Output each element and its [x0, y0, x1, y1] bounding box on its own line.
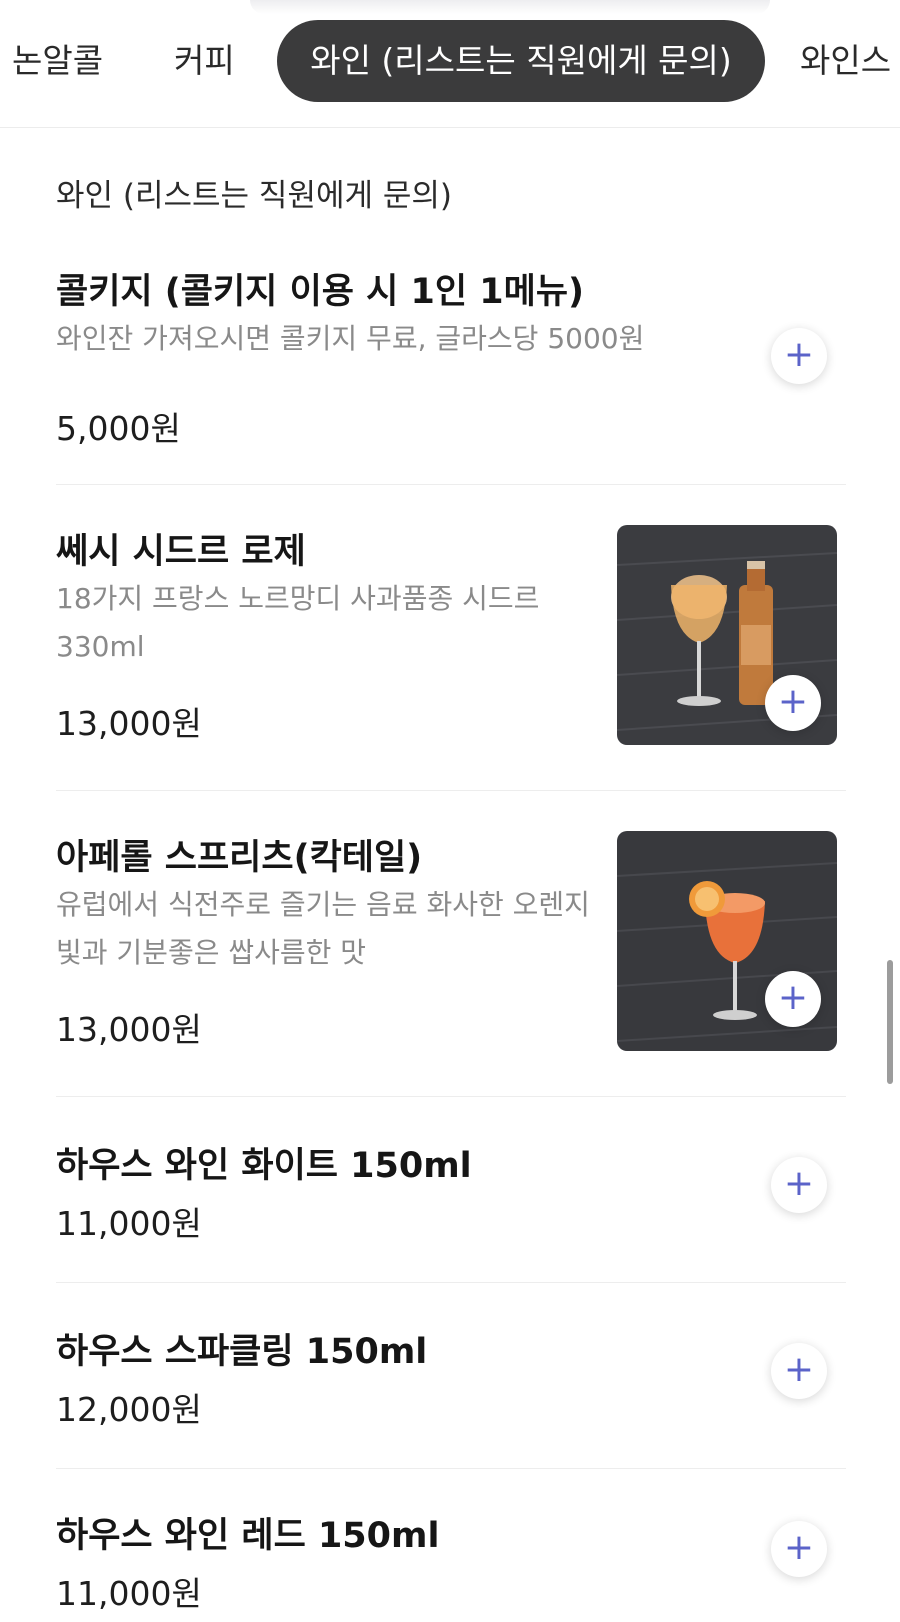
plus-icon[interactable]: +	[765, 675, 821, 731]
item-description: 와인잔 가져오시면 콜키지 무료, 글라스당 5000원	[56, 322, 645, 355]
item-name: 아페롤 스프리츠(칵테일)	[56, 838, 423, 878]
section-title: 와인 (리스트는 직원에게 문의)	[56, 178, 452, 214]
item-photo-cidre[interactable]: +	[617, 525, 837, 745]
item-price: 12,000원	[56, 1390, 202, 1429]
menu-item-house-sparkling[interactable]: 하우스 스파클링 150ml 12,000원 +	[56, 1283, 846, 1469]
plus-icon[interactable]: +	[771, 328, 827, 384]
menu-item-house-white[interactable]: 하우스 와인 화이트 150ml 11,000원 +	[56, 1097, 846, 1283]
item-price: 11,000원	[56, 1204, 202, 1243]
tab-wine-partial[interactable]: 와인스	[800, 20, 891, 102]
item-name: 하우스 와인 화이트 150ml	[56, 1146, 472, 1186]
item-name: 콜키지 (콜키지 이용 시 1인 1메뉴)	[56, 272, 585, 312]
plus-icon[interactable]: +	[771, 1157, 827, 1213]
menu-item-aperol-spritz[interactable]: 아페롤 스프리츠(칵테일) 유럽에서 식전주로 즐기는 음료 화사한 오렌지빛과…	[56, 791, 846, 1097]
menu-item-corkage[interactable]: 콜키지 (콜키지 이용 시 1인 1메뉴) 와인잔 가져오시면 콜키지 무료, …	[56, 235, 846, 485]
menu-item-house-red[interactable]: 하우스 와인 레드 150ml 11,000원 +	[56, 1469, 846, 1622]
item-name: 쎄시 시드르 로제	[56, 532, 306, 572]
plus-icon[interactable]: +	[771, 1343, 827, 1399]
tab-non-alcohol[interactable]: 논알콜	[12, 20, 103, 102]
plus-icon[interactable]: +	[771, 1521, 827, 1577]
item-price: 13,000원	[56, 1010, 202, 1049]
scrollbar[interactable]	[887, 960, 893, 1084]
tab-coffee[interactable]: 커피	[174, 20, 235, 102]
item-photo-aperol[interactable]: +	[617, 831, 837, 1051]
tab-wine-active[interactable]: 와인 (리스트는 직원에게 문의)	[277, 20, 765, 102]
item-description: 18가지 프랑스 노르망디 사과품종 시드르 330ml	[56, 582, 540, 663]
item-name: 하우스 스파클링 150ml	[56, 1332, 428, 1372]
item-price: 5,000원	[56, 409, 181, 448]
menu-item-cidre-rose[interactable]: 쎄시 시드르 로제 18가지 프랑스 노르망디 사과품종 시드르 330ml 1…	[56, 485, 846, 791]
item-name: 하우스 와인 레드 150ml	[56, 1516, 440, 1556]
item-price: 13,000원	[56, 704, 202, 743]
tab-bar-shadow	[250, 0, 770, 14]
category-tab-bar: 논알콜 커피 와인 (리스트는 직원에게 문의) 와인스	[0, 0, 900, 128]
plus-icon[interactable]: +	[765, 971, 821, 1027]
item-description: 유럽에서 식전주로 즐기는 음료 화사한 오렌지빛과 기분좋은 쌉사름한 맛	[56, 888, 590, 969]
item-price: 11,000원	[56, 1574, 202, 1613]
